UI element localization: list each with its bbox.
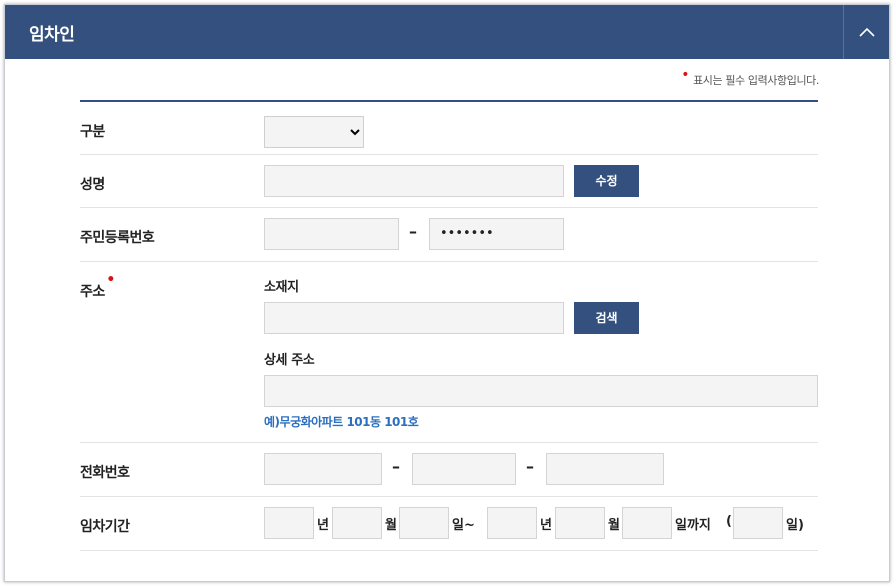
detail-address-label: 상세 주소 [264,353,315,368]
row-period: 임차기간 년 월 일~ 년 월 일까지 ( 일) [80,497,818,551]
start-day-unit: 일~ [452,518,475,533]
type-label: 구분 [80,124,105,140]
row-type: 구분 [80,102,818,155]
start-year-input[interactable] [264,507,314,539]
panel-header: 임차인 [5,5,889,59]
address-required-mark: • [106,272,115,288]
address-label: 주소 • [80,272,115,301]
end-day-unit: 일까지 [675,518,711,533]
address-label-text: 주소 [80,284,105,300]
end-day-input[interactable] [622,507,672,539]
open-paren: ( [726,514,732,529]
row-rrn: 주민등록번호 – ••••••• [80,208,818,262]
phone-part3-input[interactable] [546,453,664,485]
chevron-up-icon [858,27,875,37]
name-input[interactable] [264,165,564,197]
period-days-input[interactable] [733,507,783,539]
rrn-front-input[interactable] [264,218,399,250]
period-label: 임차기간 [80,519,130,535]
location-label: 소재지 [264,280,299,295]
phone-dash-1: – [392,457,400,476]
rrn-back-input[interactable]: ••••••• [429,218,564,250]
location-input[interactable] [264,302,564,334]
address-example: 예)무궁화아파트 101동 101호 [264,415,419,429]
row-name: 성명 수정 [80,155,818,208]
collapse-toggle-button[interactable] [843,5,889,59]
tenant-panel: 임차인 • 표시는 필수 입력사항입니다. 구분 성명 수정 주민등록번호 – •… [4,4,890,582]
phone-dash-2: – [526,457,534,476]
days-unit: 일) [786,518,804,533]
search-button[interactable]: 검색 [574,302,639,334]
end-month-input[interactable] [555,507,605,539]
end-month-unit: 월 [608,518,620,533]
required-note: • 표시는 필수 입력사항입니다. [681,67,819,88]
end-year-unit: 년 [540,518,552,533]
required-note-text: 표시는 필수 입력사항입니다. [693,74,819,87]
edit-button[interactable]: 수정 [574,165,639,197]
phone-part1-input[interactable] [264,453,382,485]
start-day-input[interactable] [399,507,449,539]
form-table: 구분 성명 수정 주민등록번호 – ••••••• 주소 • 소재지 검색 상세 … [80,100,818,551]
phone-part2-input[interactable] [412,453,516,485]
rrn-dash: – [409,222,417,241]
start-year-unit: 년 [317,518,329,533]
row-phone: 전화번호 – – [80,443,818,497]
rrn-label: 주민등록번호 [80,230,155,246]
name-label: 성명 [80,177,105,193]
phone-label: 전화번호 [80,465,130,481]
start-month-unit: 월 [385,518,397,533]
detail-address-input[interactable] [264,375,818,407]
panel-title: 임차인 [29,25,75,45]
row-address: 주소 • 소재지 검색 상세 주소 예)무궁화아파트 101동 101호 [80,262,818,443]
required-bullet: • [681,67,690,83]
end-year-input[interactable] [487,507,537,539]
start-month-input[interactable] [332,507,382,539]
type-select[interactable] [264,116,364,148]
